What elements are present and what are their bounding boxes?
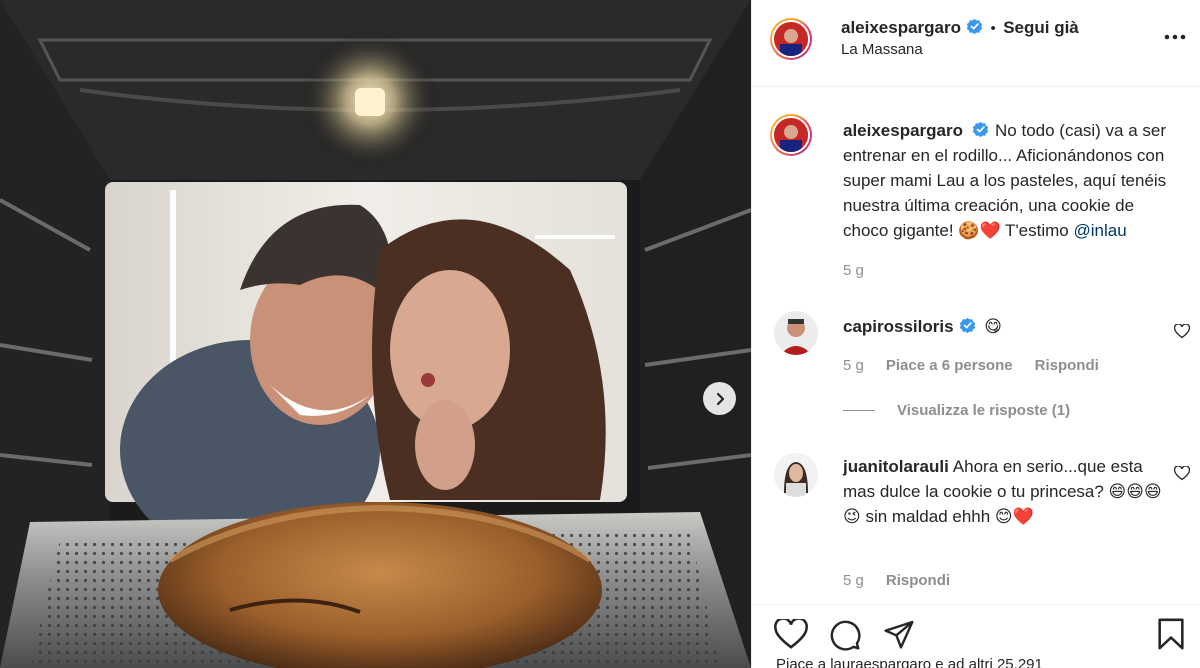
post-caption: aleixespargaro No todo (casi) va a ser en… bbox=[843, 118, 1183, 243]
replies-divider bbox=[843, 410, 875, 411]
post-header: aleixespargaro • Segui già La Massana bbox=[752, 0, 1200, 87]
avatar-image bbox=[774, 22, 808, 56]
post-location[interactable]: La Massana bbox=[841, 41, 923, 58]
post-side-panel: aleixespargaro • Segui già La Massana al… bbox=[751, 0, 1200, 668]
comment-username[interactable]: capirossiloris bbox=[843, 317, 954, 336]
comment-time[interactable]: 5 g bbox=[843, 572, 864, 589]
comment-username[interactable]: juanitolarauli bbox=[843, 457, 949, 476]
heart-icon[interactable] bbox=[774, 619, 808, 650]
comment-likes-count[interactable]: Piace a 6 persone bbox=[886, 357, 1013, 374]
avatar-image bbox=[774, 118, 808, 152]
ellipsis-icon[interactable] bbox=[1164, 34, 1186, 40]
comment-icon[interactable] bbox=[828, 618, 861, 651]
verified-badge-icon bbox=[972, 121, 989, 138]
caption-author-avatar[interactable] bbox=[770, 114, 812, 156]
comment-reply-button[interactable]: Rispondi bbox=[886, 572, 950, 589]
share-icon[interactable] bbox=[883, 618, 915, 650]
chevron-right-icon bbox=[716, 392, 724, 405]
caption-mention-link[interactable]: @inlau bbox=[1073, 221, 1126, 240]
caption-time[interactable]: 5 g bbox=[843, 262, 864, 279]
comment-meta: 5 g Rispondi bbox=[843, 572, 950, 589]
commenter-avatar[interactable] bbox=[774, 453, 818, 497]
comment-text: 😋 bbox=[984, 317, 1003, 336]
commenter-avatar[interactable] bbox=[774, 311, 818, 355]
next-photo-button[interactable] bbox=[703, 382, 736, 415]
comment-heart-icon[interactable] bbox=[1174, 324, 1190, 339]
follow-status-button[interactable]: Segui già bbox=[1003, 18, 1079, 37]
comment-reply-button[interactable]: Rispondi bbox=[1035, 357, 1099, 374]
avatar-image bbox=[774, 311, 818, 355]
comment-time[interactable]: 5 g bbox=[843, 357, 864, 374]
bookmark-icon[interactable] bbox=[1156, 617, 1186, 651]
author-username[interactable]: aleixespargaro bbox=[841, 18, 961, 37]
verified-badge-icon bbox=[966, 18, 983, 35]
caption-username[interactable]: aleixespargaro bbox=[843, 121, 963, 140]
post-likes-summary[interactable]: Piace a lauraespargaro e ad altri 25.291 bbox=[776, 656, 1043, 668]
header-separator: • bbox=[990, 20, 996, 37]
author-avatar[interactable] bbox=[770, 18, 812, 60]
comment-item: juanitolarauli Ahora en serio...que esta … bbox=[843, 454, 1173, 529]
post-photo bbox=[0, 0, 751, 668]
comment-meta: 5 g Piace a 6 persone Rispondi bbox=[843, 357, 1099, 374]
view-replies-button[interactable]: Visualizza le risposte (1) bbox=[897, 402, 1070, 419]
verified-badge-icon bbox=[959, 317, 975, 334]
avatar-image bbox=[774, 453, 818, 497]
comment-item: capirossiloris 😋 bbox=[843, 314, 1002, 339]
comment-heart-icon[interactable] bbox=[1174, 466, 1190, 481]
post-media[interactable] bbox=[0, 0, 751, 668]
